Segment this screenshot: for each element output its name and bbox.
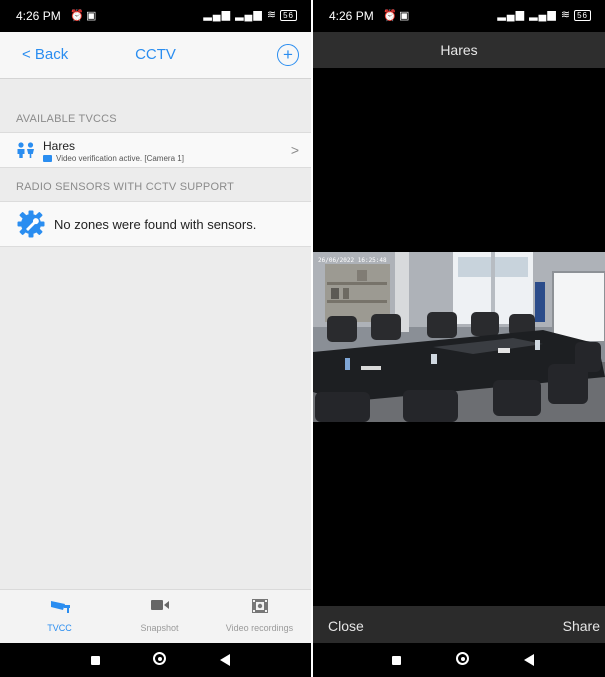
cctv-camera-icon — [8, 598, 111, 619]
battery-icon: 56 — [280, 9, 297, 21]
status-bar: 4:26 PM ⏰ ▣ ▂▄▆ ▂▄▆ ≋ 56 — [0, 0, 311, 32]
status-bar: 4:26 PM ⏰ ▣ ▂▄▆ ▂▄▆ ≋ 56 — [313, 0, 605, 32]
notification-icon: ▣ — [399, 10, 410, 22]
share-button[interactable]: Share — [563, 618, 600, 634]
snapshot-viewer: 4:26 PM ⏰ ▣ ▂▄▆ ▂▄▆ ≋ 56 Hares 26/06/202… — [313, 0, 605, 677]
notification-icon: ▣ — [86, 10, 97, 22]
chevron-right-icon: > — [290, 142, 299, 158]
tab-tvcc[interactable]: TVCC — [8, 590, 111, 644]
recent-apps-icon[interactable] — [91, 656, 100, 665]
tvcc-status-text: Video verification active. [Camera 1] — [56, 154, 184, 163]
no-zones-message: No zones were found with sensors. — [54, 217, 257, 232]
tvcc-name: Hares — [43, 139, 76, 153]
tvcc-list-item[interactable]: Hares Video verification active. [Camera… — [0, 132, 311, 168]
tab-tvcc-label: TVCC — [47, 623, 72, 633]
system-nav-bar — [313, 643, 605, 677]
navigation-bar: < Back CCTV + — [0, 32, 311, 79]
alarm-icon: ⏰ — [383, 10, 397, 22]
system-nav-bar — [0, 643, 311, 677]
wrench-gear-icon — [17, 210, 45, 243]
battery-icon: 56 — [574, 9, 591, 21]
status-time: 4:26 PM — [329, 9, 374, 23]
recent-apps-icon[interactable] — [392, 656, 401, 665]
close-button[interactable]: Close — [328, 618, 364, 634]
tab-bar: TVCC Snapshot Video recordings — [0, 589, 311, 644]
no-zones-row: No zones were found with sensors. — [0, 201, 311, 247]
camera-icon — [43, 155, 52, 162]
tab-video-recordings-label: Video recordings — [225, 623, 294, 633]
cctv-screen: 4:26 PM ⏰ ▣ ▂▄▆ ▂▄▆ ≋ 56 < Back CCTV + AV… — [0, 0, 311, 677]
tab-snapshot[interactable]: Snapshot — [108, 590, 211, 644]
people-icon — [16, 142, 36, 163]
film-icon — [208, 598, 311, 619]
viewer-toolbar: Close Share — [313, 606, 605, 643]
snapshot-timestamp: 26/06/2022 16:25:48 — [318, 257, 387, 264]
tvcc-status: Video verification active. [Camera 1] — [43, 154, 184, 163]
section-header-tvccs: AVAILABLE TVCCS — [16, 113, 117, 125]
home-icon[interactable] — [153, 652, 166, 665]
back-nav-icon[interactable] — [524, 654, 534, 666]
home-icon[interactable] — [456, 652, 469, 665]
video-camera-icon — [108, 598, 211, 617]
page-title: CCTV — [135, 46, 176, 63]
status-time: 4:26 PM — [16, 9, 61, 23]
camera-snapshot-image: 26/06/2022 16:25:48 — [313, 252, 605, 422]
alarm-icon: ⏰ — [70, 10, 84, 22]
tab-video-recordings[interactable]: Video recordings — [208, 590, 311, 644]
signal-wifi-icons: ▂▄▆ ▂▄▆ ≋ 56 — [497, 8, 591, 21]
section-header-radio-sensors: RADIO SENSORS WITH CCTV SUPPORT — [16, 181, 235, 193]
viewer-title: Hares — [313, 32, 605, 68]
tab-snapshot-label: Snapshot — [140, 623, 179, 633]
signal-wifi-icons: ▂▄▆ ▂▄▆ ≋ 56 — [203, 8, 297, 21]
back-nav-icon[interactable] — [220, 654, 230, 666]
plus-circle-icon[interactable]: + — [277, 44, 299, 66]
